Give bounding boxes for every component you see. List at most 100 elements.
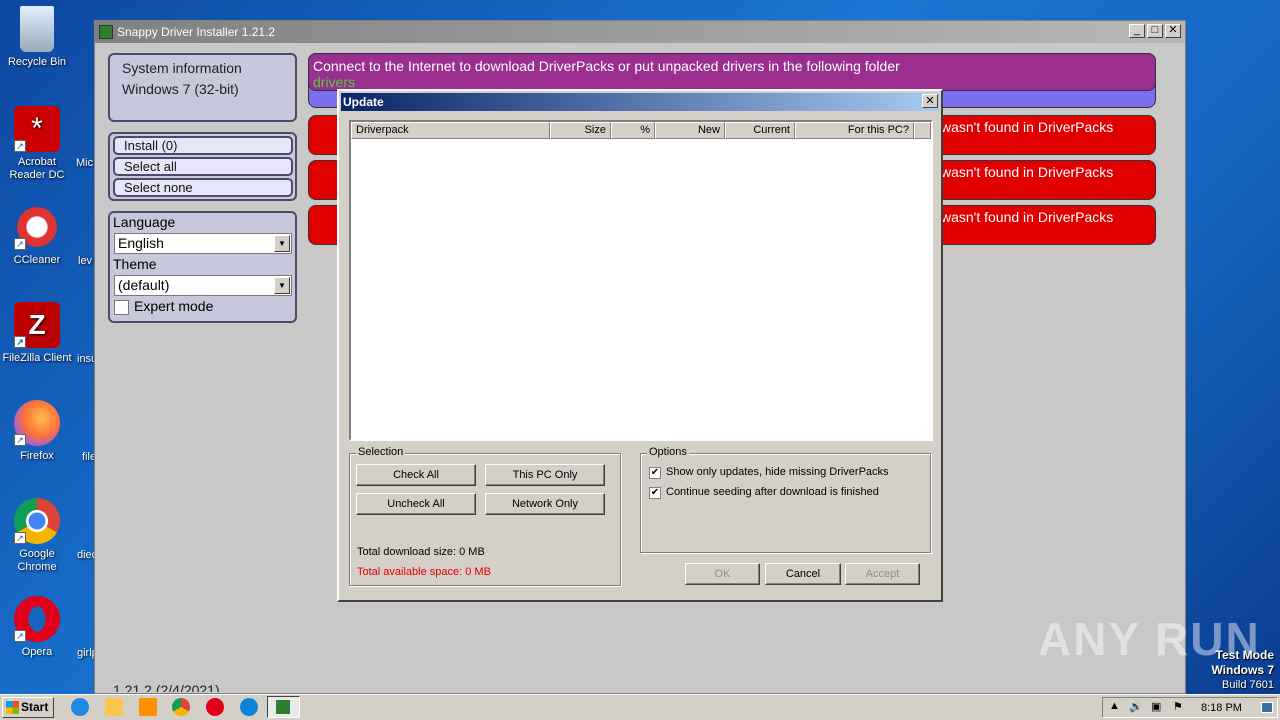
column-percent[interactable]: % [611, 122, 655, 139]
missing-pack-message: wasn't found in DriverPacks [941, 164, 1114, 180]
app-logo-icon [99, 25, 113, 39]
desktop-icon-recycle-bin[interactable]: Recycle Bin [0, 6, 74, 69]
desktop-icon-filezilla[interactable]: Z ↗ FileZilla Client [0, 302, 74, 365]
select-none-button[interactable]: Select none [113, 178, 293, 197]
show-desktop-icon[interactable] [1261, 702, 1273, 713]
expert-mode-checkbox[interactable] [114, 300, 129, 315]
selection-label: Selection [356, 446, 406, 458]
edge-taskbar-icon[interactable] [240, 698, 258, 716]
test-mode-notice: Test Mode Windows 7 Build 7601 [1211, 648, 1274, 693]
desktop-icon-label: Recycle Bin [7, 56, 67, 68]
app-title-bar[interactable]: Snappy Driver Installer 1.21.2 _ □ ✕ [95, 21, 1185, 43]
chevron-down-icon[interactable]: ▼ [274, 277, 290, 294]
version-footer: 1.21.2 (2/4/2021) [113, 684, 220, 692]
this-pc-only-button[interactable]: This PC Only [485, 464, 605, 486]
drivers-folder-link[interactable]: drivers [313, 74, 1151, 90]
continue-seeding-label: Continue seeding after download is finis… [666, 486, 879, 498]
system-tray: ▲ 🔊 ▣ ⚑ 8:18 PM [1102, 697, 1278, 718]
ccleaner-icon: ↗ [14, 204, 60, 250]
recycle-bin-icon [20, 6, 54, 52]
driverpack-list[interactable]: Driverpack Size % New Current For this P… [349, 120, 933, 441]
desktop-icon-label: Opera [21, 646, 53, 658]
missing-pack-message: wasn't found in DriverPacks [941, 209, 1114, 225]
desktop-icon-label: CCleaner [13, 254, 61, 266]
network-icon[interactable]: ▣ [1151, 700, 1161, 713]
desktop-icon-firefox[interactable]: ↗ Firefox [0, 400, 74, 463]
column-size[interactable]: Size [550, 122, 611, 139]
test-mode-label: Test Mode [1215, 648, 1274, 662]
app-title: Snappy Driver Installer 1.21.2 [117, 25, 276, 39]
install-button[interactable]: Install (0) [113, 136, 293, 155]
action-center-flag-icon[interactable]: ⚑ [1173, 700, 1183, 713]
close-button[interactable]: ✕ [1165, 24, 1181, 38]
show-hidden-icons[interactable]: ▲ [1109, 700, 1120, 712]
column-for-this-pc[interactable]: For this PC? [795, 122, 914, 139]
partial-icon-label: lev [78, 255, 93, 267]
start-button[interactable]: Start [2, 697, 54, 718]
system-info-os: Windows 7 (32-bit) [122, 81, 239, 97]
settings-panel: Language English ▼ Theme (default) ▼ Exp… [108, 211, 297, 323]
column-new[interactable]: New [655, 122, 725, 139]
system-info-panel[interactable]: System information Windows 7 (32-bit) [108, 53, 297, 122]
build-label: Build 7601 [1222, 679, 1274, 691]
snappy-icon [276, 700, 290, 714]
desktop-icon-ccleaner[interactable]: ↗ CCleaner [0, 204, 74, 267]
accept-button[interactable]: Accept [845, 563, 920, 585]
partial-icon-label: Mic [76, 157, 94, 169]
desktop-icon-label: FileZilla Client [2, 352, 72, 364]
cancel-button[interactable]: Cancel [765, 563, 841, 585]
language-select[interactable]: English ▼ [114, 233, 292, 254]
chrome-taskbar-icon[interactable] [172, 698, 190, 716]
ok-button[interactable]: OK [685, 563, 760, 585]
options-label: Options [647, 446, 689, 458]
maximize-button[interactable]: □ [1147, 24, 1163, 38]
desktop-icon-label: Firefox [20, 450, 54, 462]
select-all-button[interactable]: Select all [113, 157, 293, 176]
language-label: Language [113, 214, 176, 230]
show-only-updates-checkbox[interactable]: ✔ [649, 467, 661, 479]
total-available-space: Total available space: 0 MB [357, 566, 491, 578]
dialog-title: Update [343, 95, 384, 109]
selection-group: Selection Check All This PC Only Uncheck… [349, 446, 621, 586]
theme-value: (default) [118, 277, 170, 293]
acrobat-icon: * ↗ [14, 106, 60, 152]
theme-select[interactable]: (default) ▼ [114, 275, 292, 296]
actions-panel: Install (0) Select all Select none [108, 132, 297, 201]
media-player-taskbar-icon[interactable] [139, 698, 157, 716]
taskbar: Start ▲ 🔊 ▣ ⚑ 8:18 PM [0, 694, 1280, 720]
expert-mode-label: Expert mode [134, 298, 214, 314]
desktop-icon-chrome[interactable]: ↗ Google Chrome [0, 498, 74, 574]
clock[interactable]: 8:18 PM [1201, 702, 1242, 714]
opera-taskbar-icon[interactable] [206, 698, 224, 716]
dialog-title-bar[interactable]: Update ✕ [341, 93, 939, 111]
chevron-down-icon[interactable]: ▼ [274, 235, 290, 252]
check-all-button[interactable]: Check All [356, 464, 476, 486]
continue-seeding-checkbox[interactable]: ✔ [649, 487, 661, 499]
firefox-icon: ↗ [14, 400, 60, 446]
dialog-close-button[interactable]: ✕ [922, 94, 938, 108]
language-value: English [118, 235, 164, 251]
network-only-button[interactable]: Network Only [485, 493, 605, 515]
chrome-icon: ↗ [14, 498, 60, 544]
column-filler [914, 122, 931, 139]
column-current[interactable]: Current [725, 122, 795, 139]
desktop-icon-acrobat[interactable]: * ↗ Acrobat Reader DC [0, 106, 74, 182]
volume-icon[interactable]: 🔊 [1129, 700, 1143, 713]
theme-label: Theme [113, 256, 157, 272]
minimize-button[interactable]: _ [1129, 24, 1145, 38]
connect-banner: Connect to the Internet to download Driv… [308, 53, 1156, 91]
list-header: Driverpack Size % New Current For this P… [351, 122, 931, 139]
opera-icon: ↗ [14, 596, 60, 642]
desktop-icon-opera[interactable]: ↗ Opera [0, 596, 74, 659]
os-label: Windows 7 [1211, 663, 1274, 677]
start-label: Start [21, 700, 49, 714]
column-driverpack[interactable]: Driverpack [351, 122, 550, 139]
ie-taskbar-icon[interactable] [71, 698, 89, 716]
snappy-taskbar-button[interactable] [267, 696, 300, 718]
update-dialog: Update ✕ Driverpack Size % New Current F… [337, 89, 943, 602]
explorer-taskbar-icon[interactable] [105, 698, 123, 716]
connect-message: Connect to the Internet to download Driv… [313, 58, 900, 74]
uncheck-all-button[interactable]: Uncheck All [356, 493, 476, 515]
missing-pack-message: wasn't found in DriverPacks [941, 119, 1114, 135]
system-info-title: System information [122, 60, 242, 76]
